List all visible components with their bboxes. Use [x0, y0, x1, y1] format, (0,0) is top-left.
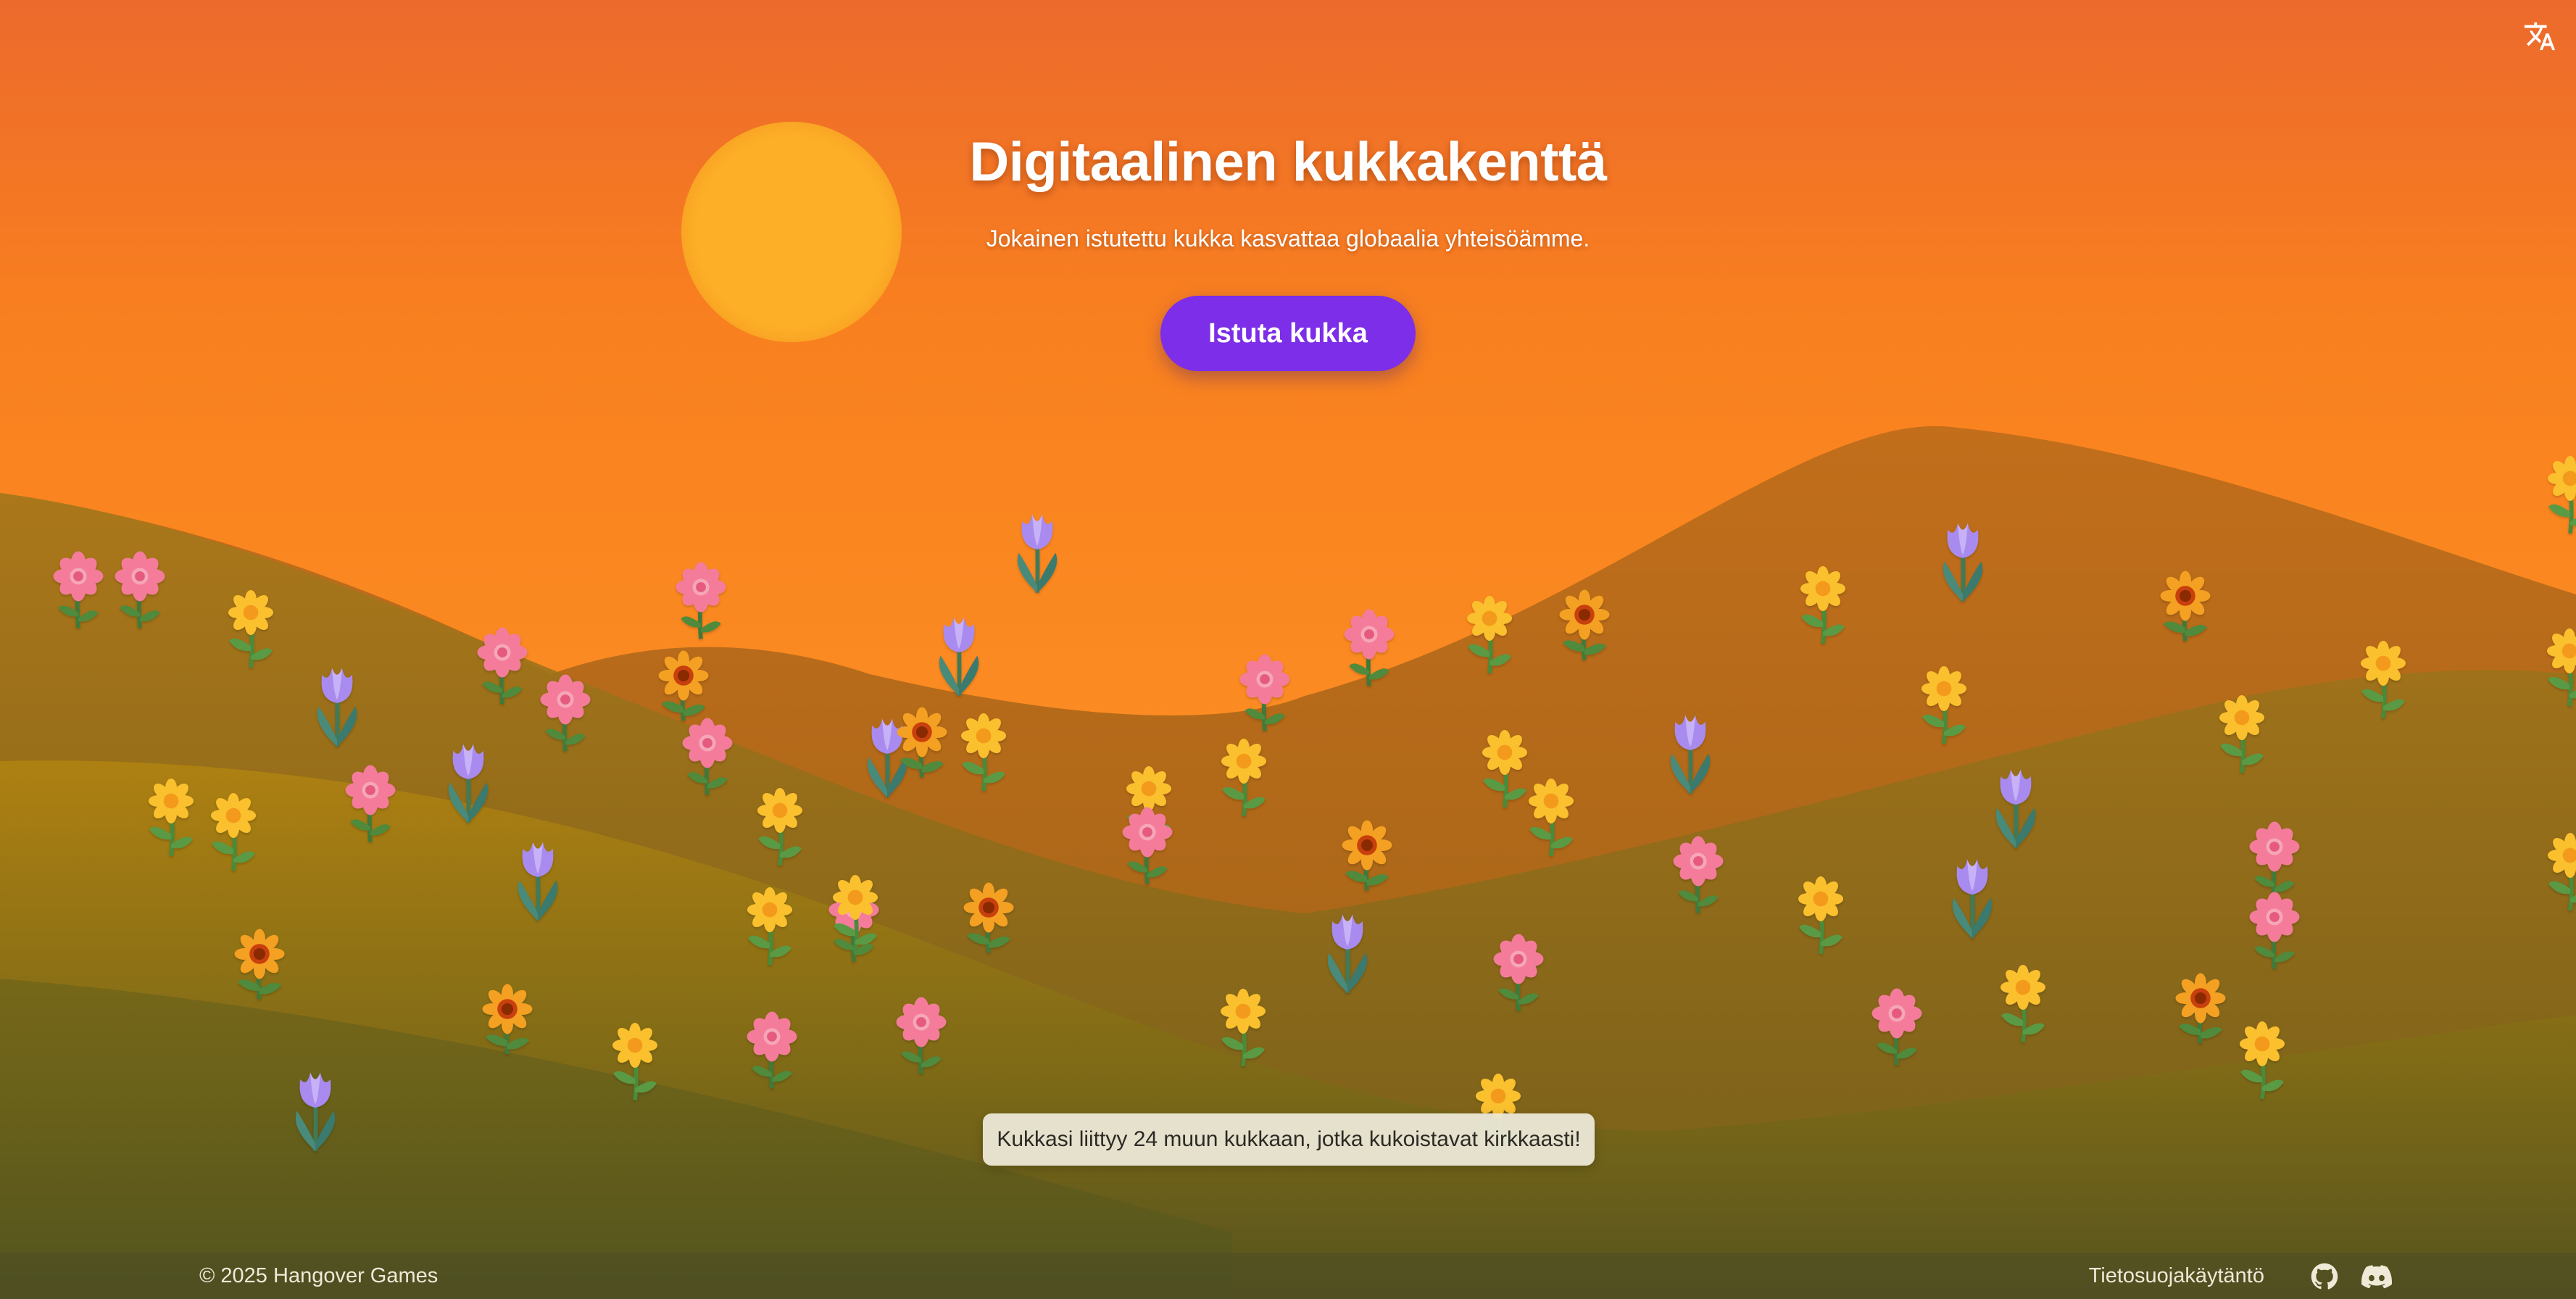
copyright-text: © 2025 Hangover Games: [199, 1264, 439, 1287]
community-toast: Kukkasi liittyy 24 muun kukkaan, jotka k…: [983, 1113, 1595, 1166]
translate-icon: [2524, 22, 2556, 51]
page-subtitle: Jokainen istutettu kukka kasvattaa globa…: [986, 225, 1590, 252]
language-toggle-button[interactable]: [2519, 16, 2560, 57]
page-title: Digitaalinen kukkakenttä: [969, 131, 1607, 193]
github-icon[interactable]: [2311, 1263, 2338, 1290]
footer: © 2025 Hangover Games Tietosuojakäytäntö: [0, 1253, 2576, 1299]
hero-section: Digitaalinen kukkakenttä Jokainen istute…: [0, 130, 2576, 371]
plant-flower-button[interactable]: Istuta kukka: [1160, 296, 1416, 371]
privacy-policy-link[interactable]: Tietosuojakäytäntö: [2089, 1253, 2264, 1299]
discord-icon[interactable]: [2361, 1264, 2392, 1289]
